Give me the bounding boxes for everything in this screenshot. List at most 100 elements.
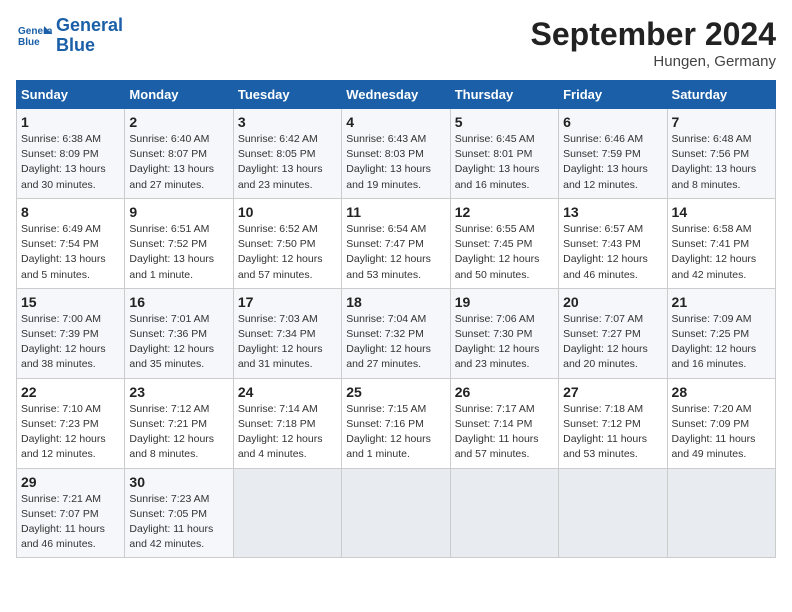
day-info: Sunrise: 7:17 AMSunset: 7:14 PMDaylight:…: [455, 402, 554, 463]
day-cell-3: 3 Sunrise: 6:42 AMSunset: 8:05 PMDaylight…: [233, 109, 341, 199]
day-number: 2: [129, 114, 228, 130]
day-cell-5: 5 Sunrise: 6:45 AMSunset: 8:01 PMDaylight…: [450, 109, 558, 199]
day-info: Sunrise: 7:23 AMSunset: 7:05 PMDaylight:…: [129, 492, 228, 553]
logo-icon: General Blue: [16, 18, 52, 54]
day-number: 6: [563, 114, 662, 130]
weekday-header-tuesday: Tuesday: [233, 81, 341, 109]
day-number: 26: [455, 384, 554, 400]
day-info: Sunrise: 6:46 AMSunset: 7:59 PMDaylight:…: [563, 132, 662, 193]
day-number: 4: [346, 114, 445, 130]
day-number: 13: [563, 204, 662, 220]
day-number: 17: [238, 294, 337, 310]
day-info: Sunrise: 6:58 AMSunset: 7:41 PMDaylight:…: [672, 222, 771, 283]
day-cell-25: 25 Sunrise: 7:15 AMSunset: 7:16 PMDayligh…: [342, 378, 450, 468]
day-info: Sunrise: 7:06 AMSunset: 7:30 PMDaylight:…: [455, 312, 554, 373]
day-cell-22: 22Sunrise: 7:10 AMSunset: 7:23 PMDayligh…: [17, 378, 125, 468]
day-info: Sunrise: 7:15 AMSunset: 7:16 PMDaylight:…: [346, 402, 445, 463]
day-info: Sunrise: 6:48 AMSunset: 7:56 PMDaylight:…: [672, 132, 771, 193]
logo-line1: General: [56, 15, 123, 35]
calendar-header: SundayMondayTuesdayWednesdayThursdayFrid…: [17, 81, 776, 109]
day-number: 28: [672, 384, 771, 400]
day-info: Sunrise: 7:12 AMSunset: 7:21 PMDaylight:…: [129, 402, 228, 463]
day-number: 27: [563, 384, 662, 400]
weekday-header-friday: Friday: [559, 81, 667, 109]
empty-day-cell: [450, 468, 558, 558]
day-info: Sunrise: 6:52 AMSunset: 7:50 PMDaylight:…: [238, 222, 337, 283]
day-info: Sunrise: 6:57 AMSunset: 7:43 PMDaylight:…: [563, 222, 662, 283]
day-cell-11: 11Sunrise: 6:54 AMSunset: 7:47 PMDayligh…: [342, 198, 450, 288]
title-block: September 2024 Hungen, Germany: [531, 16, 776, 70]
day-info: Sunrise: 7:03 AMSunset: 7:34 PMDaylight:…: [238, 312, 337, 373]
location: Hungen, Germany: [531, 53, 776, 70]
day-cell-9: 9Sunrise: 6:51 AMSunset: 7:52 PMDaylight…: [125, 198, 233, 288]
day-info: Sunrise: 7:21 AMSunset: 7:07 PMDaylight:…: [21, 492, 120, 553]
day-cell-17: 17 Sunrise: 7:03 AMSunset: 7:34 PMDayligh…: [233, 288, 341, 378]
day-number: 5: [455, 114, 554, 130]
weekday-header-wednesday: Wednesday: [342, 81, 450, 109]
empty-day-cell: [667, 468, 775, 558]
svg-text:Blue: Blue: [18, 37, 40, 48]
day-info: Sunrise: 7:10 AMSunset: 7:23 PMDaylight:…: [21, 402, 120, 463]
day-info: Sunrise: 6:54 AMSunset: 7:47 PMDaylight:…: [346, 222, 445, 283]
logo-line2: Blue: [56, 35, 95, 55]
logo: General Blue General Blue: [16, 16, 123, 56]
day-cell-18: 18Sunrise: 7:04 AMSunset: 7:32 PMDayligh…: [342, 288, 450, 378]
day-cell-24: 24Sunrise: 7:14 AMSunset: 7:18 PMDayligh…: [233, 378, 341, 468]
calendar-week-row: 8Sunrise: 6:49 AMSunset: 7:54 PMDaylight…: [17, 198, 776, 288]
day-cell-6: 6 Sunrise: 6:46 AMSunset: 7:59 PMDaylight…: [559, 109, 667, 199]
day-number: 1: [21, 114, 120, 130]
day-cell-23: 23 Sunrise: 7:12 AMSunset: 7:21 PMDayligh…: [125, 378, 233, 468]
day-number: 12: [455, 204, 554, 220]
day-info: Sunrise: 7:01 AMSunset: 7:36 PMDaylight:…: [129, 312, 228, 373]
page-header: General Blue General Blue September 2024…: [16, 16, 776, 70]
day-cell-8: 8Sunrise: 6:49 AMSunset: 7:54 PMDaylight…: [17, 198, 125, 288]
day-cell-12: 12 Sunrise: 6:55 AMSunset: 7:45 PMDayligh…: [450, 198, 558, 288]
day-info: Sunrise: 6:55 AMSunset: 7:45 PMDaylight:…: [455, 222, 554, 283]
day-number: 20: [563, 294, 662, 310]
day-info: Sunrise: 6:38 AMSunset: 8:09 PMDaylight:…: [21, 132, 120, 193]
weekday-header-saturday: Saturday: [667, 81, 775, 109]
day-number: 21: [672, 294, 771, 310]
day-cell-20: 20 Sunrise: 7:07 AMSunset: 7:27 PMDayligh…: [559, 288, 667, 378]
calendar-week-row: 22Sunrise: 7:10 AMSunset: 7:23 PMDayligh…: [17, 378, 776, 468]
day-number: 29: [21, 474, 120, 490]
empty-day-cell: [559, 468, 667, 558]
day-info: Sunrise: 7:18 AMSunset: 7:12 PMDaylight:…: [563, 402, 662, 463]
day-info: Sunrise: 6:51 AMSunset: 7:52 PMDaylight:…: [129, 222, 228, 283]
day-number: 24: [238, 384, 337, 400]
day-cell-4: 4 Sunrise: 6:43 AMSunset: 8:03 PMDaylight…: [342, 109, 450, 199]
day-cell-1: 1 Sunrise: 6:38 AMSunset: 8:09 PMDaylight…: [17, 109, 125, 199]
day-number: 15: [21, 294, 120, 310]
day-number: 25: [346, 384, 445, 400]
calendar-week-row: 29 Sunrise: 7:21 AMSunset: 7:07 PMDayligh…: [17, 468, 776, 558]
day-number: 3: [238, 114, 337, 130]
day-number: 7: [672, 114, 771, 130]
weekday-header-row: SundayMondayTuesdayWednesdayThursdayFrid…: [17, 81, 776, 109]
day-cell-21: 21Sunrise: 7:09 AMSunset: 7:25 PMDayligh…: [667, 288, 775, 378]
day-info: Sunrise: 6:49 AMSunset: 7:54 PMDaylight:…: [21, 222, 120, 283]
day-number: 23: [129, 384, 228, 400]
day-cell-13: 13 Sunrise: 6:57 AMSunset: 7:43 PMDayligh…: [559, 198, 667, 288]
day-number: 10: [238, 204, 337, 220]
day-cell-14: 14 Sunrise: 6:58 AMSunset: 7:41 PMDayligh…: [667, 198, 775, 288]
day-info: Sunrise: 7:07 AMSunset: 7:27 PMDaylight:…: [563, 312, 662, 373]
day-cell-19: 19Sunrise: 7:06 AMSunset: 7:30 PMDayligh…: [450, 288, 558, 378]
day-cell-29: 29 Sunrise: 7:21 AMSunset: 7:07 PMDayligh…: [17, 468, 125, 558]
day-cell-2: 2 Sunrise: 6:40 AMSunset: 8:07 PMDaylight…: [125, 109, 233, 199]
weekday-header-monday: Monday: [125, 81, 233, 109]
empty-day-cell: [342, 468, 450, 558]
logo-text: General Blue: [56, 16, 123, 56]
month-title: September 2024: [531, 16, 776, 53]
weekday-header-sunday: Sunday: [17, 81, 125, 109]
day-info: Sunrise: 6:42 AMSunset: 8:05 PMDaylight:…: [238, 132, 337, 193]
day-info: Sunrise: 6:45 AMSunset: 8:01 PMDaylight:…: [455, 132, 554, 193]
day-info: Sunrise: 6:40 AMSunset: 8:07 PMDaylight:…: [129, 132, 228, 193]
day-number: 16: [129, 294, 228, 310]
day-number: 14: [672, 204, 771, 220]
calendar-week-row: 1 Sunrise: 6:38 AMSunset: 8:09 PMDaylight…: [17, 109, 776, 199]
day-cell-28: 28Sunrise: 7:20 AMSunset: 7:09 PMDayligh…: [667, 378, 775, 468]
day-cell-16: 16 Sunrise: 7:01 AMSunset: 7:36 PMDayligh…: [125, 288, 233, 378]
day-cell-26: 26 Sunrise: 7:17 AMSunset: 7:14 PMDayligh…: [450, 378, 558, 468]
day-info: Sunrise: 6:43 AMSunset: 8:03 PMDaylight:…: [346, 132, 445, 193]
day-cell-15: 15Sunrise: 7:00 AMSunset: 7:39 PMDayligh…: [17, 288, 125, 378]
